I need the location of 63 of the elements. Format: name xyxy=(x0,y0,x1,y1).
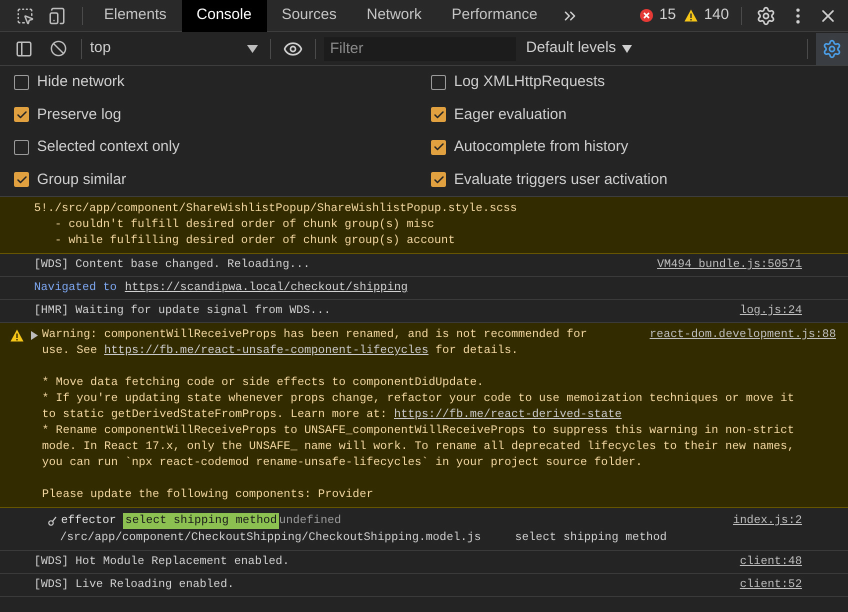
console-settings-button[interactable] xyxy=(816,32,848,64)
sidebar-icon[interactable] xyxy=(15,40,33,58)
source-link[interactable]: VM494 bundle.js:50571 xyxy=(657,257,802,273)
checkbox-label: Evaluate triggers user activation xyxy=(454,170,668,190)
message-text: * Move data fetching code or side effects to componentDidUpdate. * If you're updating state whenever props change, refactor your code to use memoization techniques or move it to static getDerivedStateFromProps. Learn more at: https://fb.me/react-derived-state * Rename componentWillReceiveProps to UNSAFE_componentWillReceiveProps to suppress this warning in non-strict mode. In React 17.x, only the UNSAFE_ name will work. To rename all deprecated lifecycles to their new names, you can run `npx react-codemod rename-unsafe-lifecycles` in your project source folder. xyxy=(42,375,796,471)
error-count: 15 xyxy=(659,5,676,26)
panel-tab[interactable]: Console xyxy=(182,0,267,32)
message-text: [WDS] Live Reloading enabled. xyxy=(34,577,234,593)
warning-icon xyxy=(10,329,24,342)
warning-count: 140 xyxy=(704,5,729,26)
logger-name: effector xyxy=(61,513,116,529)
navigation-label: Navigated to xyxy=(34,280,117,296)
file-path: /src/app/component/CheckoutShipping/CheckoutShipping.model.js xyxy=(60,530,481,546)
settings-icon[interactable] xyxy=(756,6,776,26)
checkbox[interactable] xyxy=(431,74,446,90)
event-label: select shipping method xyxy=(123,513,280,529)
expand-triangle-icon[interactable] xyxy=(30,331,38,340)
clear-icon[interactable] xyxy=(50,40,67,57)
levels-dropdown[interactable]: Default levels xyxy=(526,37,632,60)
message-text: [HMR] Waiting for update signal from WDS... xyxy=(34,303,331,319)
event-name: select shipping method xyxy=(514,530,667,546)
error-icon xyxy=(640,9,654,22)
caret-icon xyxy=(622,44,632,52)
message-text: Warning: componentWillReceiveProps has been renamed, and is not recommended for use. See https://fb.me/react-unsafe-component-lifecycles for details. xyxy=(42,327,588,359)
checkbox[interactable] xyxy=(14,172,29,188)
panel-tab[interactable]: Network xyxy=(352,0,437,32)
filter-field[interactable]: Filter xyxy=(324,36,516,60)
message-text: 5!./src/app/component/ShareWishlistPopup/ShareWishlistPopup.style.scss - couldn't fulfill desired order of chunk group(s) misc - while fulfilling desired order of chunk group(s) account xyxy=(34,201,518,249)
message-text: [WDS] Content base changed. Reloading... xyxy=(34,257,310,273)
message-text: Please update the following components: Provider xyxy=(42,487,374,503)
source-link[interactable]: index.js:2 xyxy=(732,513,802,529)
link[interactable]: https://fb.me/react-derived-state xyxy=(394,408,622,421)
checkbox-label: Preserve log xyxy=(37,104,122,124)
comet-icon xyxy=(48,516,57,526)
source-link[interactable]: client:52 xyxy=(740,577,802,593)
source-link[interactable]: log.js:24 xyxy=(740,303,802,319)
checkbox[interactable] xyxy=(14,107,29,122)
context-select[interactable]: top xyxy=(90,37,258,60)
panel-tab[interactable]: Sources xyxy=(266,0,352,32)
checkbox[interactable] xyxy=(431,107,446,122)
checkbox[interactable] xyxy=(431,140,446,155)
caret-icon xyxy=(247,44,258,52)
checkbox-label: Autocomplete from history xyxy=(454,137,628,157)
link[interactable]: https://scandipwa.local/checkout/shipping xyxy=(124,280,408,296)
checkbox-label: Log XMLHttpRequests xyxy=(454,72,605,92)
source-link[interactable]: client:48 xyxy=(740,554,802,570)
checkbox-label: Selected context only xyxy=(37,137,180,157)
inspect-icon[interactable] xyxy=(16,6,34,24)
checkbox[interactable] xyxy=(14,74,29,90)
panel-tab[interactable]: Performance xyxy=(436,0,552,32)
link[interactable]: https://fb.me/react-unsafe-component-lifecycles xyxy=(104,344,428,357)
message-text: [WDS] Hot Module Replacement enabled. xyxy=(34,554,290,570)
device-icon[interactable] xyxy=(48,6,66,24)
value-text: undefined xyxy=(279,513,342,529)
checkbox-label: Group similar xyxy=(37,170,126,190)
checkbox[interactable] xyxy=(431,172,446,188)
warning-icon xyxy=(684,9,698,22)
settings-icon xyxy=(822,38,842,58)
checkbox-label: Hide network xyxy=(37,72,125,92)
source-link[interactable]: react-dom.development.js:88 xyxy=(650,327,836,359)
checkbox[interactable] xyxy=(14,140,29,155)
checkbox-label: Eager evaluation xyxy=(454,104,567,124)
panel-tab[interactable]: Elements xyxy=(89,0,182,32)
